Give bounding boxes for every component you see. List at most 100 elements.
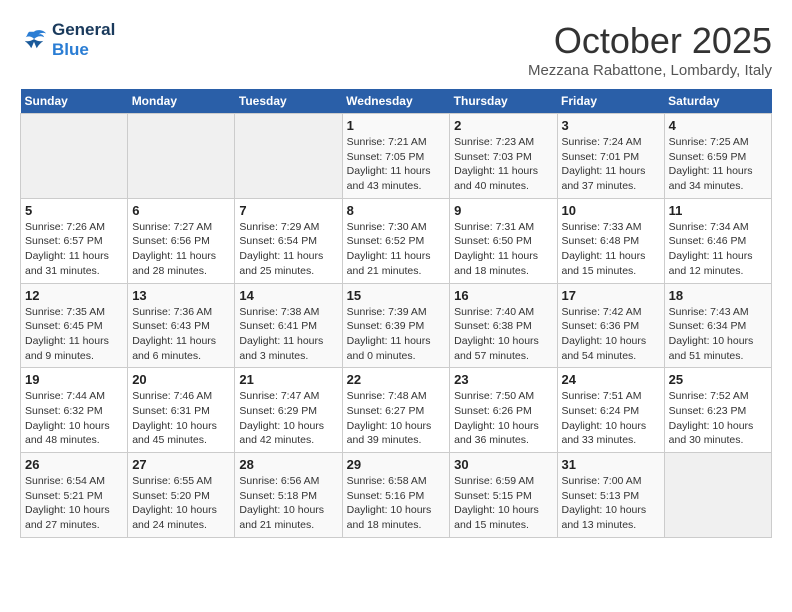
day-info: Sunrise: 7:25 AM Sunset: 6:59 PM Dayligh… xyxy=(669,135,767,194)
day-number: 26 xyxy=(25,457,123,472)
calendar-cell: 27 Sunrise: 6:55 AM Sunset: 5:20 PM Dayli… xyxy=(128,453,235,538)
day-number: 11 xyxy=(669,203,767,218)
calendar-cell: 23Sunrise: 7:50 AM Sunset: 6:26 PM Dayli… xyxy=(450,368,557,453)
day-number: 18 xyxy=(669,288,767,303)
day-info: Sunrise: 7:47 AM Sunset: 6:29 PM Dayligh… xyxy=(239,389,337,448)
day-info: Sunrise: 7:43 AM Sunset: 6:34 PM Dayligh… xyxy=(669,305,767,364)
day-info: Sunrise: 7:44 AM Sunset: 6:32 PM Dayligh… xyxy=(25,389,123,448)
day-number: 30 xyxy=(454,457,552,472)
calendar-cell: 21 Sunrise: 7:47 AM Sunset: 6:29 PM Dayli… xyxy=(235,368,342,453)
calendar-cell: 8Sunrise: 7:30 AM Sunset: 6:52 PM Daylig… xyxy=(342,198,450,283)
calendar-cell: 31Sunrise: 7:00 AM Sunset: 5:13 PM Dayli… xyxy=(557,453,664,538)
calendar-cell: 16Sunrise: 7:40 AM Sunset: 6:38 PM Dayli… xyxy=(450,283,557,368)
day-number: 9 xyxy=(454,203,552,218)
day-info: Sunrise: 7:24 AM Sunset: 7:01 PM Dayligh… xyxy=(562,135,660,194)
day-number: 14 xyxy=(239,288,337,303)
calendar-cell: 3 Sunrise: 7:24 AM Sunset: 7:01 PM Daylig… xyxy=(557,114,664,199)
day-number: 25 xyxy=(669,372,767,387)
day-number: 3 xyxy=(562,118,660,133)
day-info: Sunrise: 7:46 AM Sunset: 6:31 PM Dayligh… xyxy=(132,389,230,448)
calendar-cell: 24Sunrise: 7:51 AM Sunset: 6:24 PM Dayli… xyxy=(557,368,664,453)
day-number: 27 xyxy=(132,457,230,472)
day-number: 6 xyxy=(132,203,230,218)
calendar-cell xyxy=(21,114,128,199)
day-info: Sunrise: 7:38 AM Sunset: 6:41 PM Dayligh… xyxy=(239,305,337,364)
calendar-cell: 12 Sunrise: 7:35 AM Sunset: 6:45 PM Dayli… xyxy=(21,283,128,368)
calendar-cell xyxy=(235,114,342,199)
day-info: Sunrise: 7:33 AM Sunset: 6:48 PM Dayligh… xyxy=(562,220,660,279)
day-number: 22 xyxy=(347,372,446,387)
day-info: Sunrise: 6:54 AM Sunset: 5:21 PM Dayligh… xyxy=(25,474,123,533)
calendar-cell: 4 Sunrise: 7:25 AM Sunset: 6:59 PM Daylig… xyxy=(664,114,771,199)
day-header-sunday: Sunday xyxy=(21,89,128,114)
day-header-friday: Friday xyxy=(557,89,664,114)
day-info: Sunrise: 7:00 AM Sunset: 5:13 PM Dayligh… xyxy=(562,474,660,533)
week-row-1: 1 Sunrise: 7:21 AM Sunset: 7:05 PM Daylig… xyxy=(21,114,772,199)
calendar-cell: 26 Sunrise: 6:54 AM Sunset: 5:21 PM Dayli… xyxy=(21,453,128,538)
week-row-5: 26 Sunrise: 6:54 AM Sunset: 5:21 PM Dayli… xyxy=(21,453,772,538)
day-number: 21 xyxy=(239,372,337,387)
calendar-cell: 20 Sunrise: 7:46 AM Sunset: 6:31 PM Dayli… xyxy=(128,368,235,453)
calendar-cell: 6 Sunrise: 7:27 AM Sunset: 6:56 PM Daylig… xyxy=(128,198,235,283)
week-row-4: 19 Sunrise: 7:44 AM Sunset: 6:32 PM Dayli… xyxy=(21,368,772,453)
day-info: Sunrise: 7:42 AM Sunset: 6:36 PM Dayligh… xyxy=(562,305,660,364)
day-number: 17 xyxy=(562,288,660,303)
day-info: Sunrise: 7:52 AM Sunset: 6:23 PM Dayligh… xyxy=(669,389,767,448)
logo-icon xyxy=(20,28,48,52)
day-info: Sunrise: 7:51 AM Sunset: 6:24 PM Dayligh… xyxy=(562,389,660,448)
calendar-cell: 14 Sunrise: 7:38 AM Sunset: 6:41 PM Dayli… xyxy=(235,283,342,368)
day-header-monday: Monday xyxy=(128,89,235,114)
calendar-cell: 29Sunrise: 6:58 AM Sunset: 5:16 PM Dayli… xyxy=(342,453,450,538)
day-info: Sunrise: 6:58 AM Sunset: 5:16 PM Dayligh… xyxy=(347,474,446,533)
day-info: Sunrise: 7:39 AM Sunset: 6:39 PM Dayligh… xyxy=(347,305,446,364)
day-number: 19 xyxy=(25,372,123,387)
day-number: 4 xyxy=(669,118,767,133)
header: General Blue October 2025 Mezzana Rabatt… xyxy=(20,20,772,79)
calendar-cell: 30Sunrise: 6:59 AM Sunset: 5:15 PM Dayli… xyxy=(450,453,557,538)
day-info: Sunrise: 7:21 AM Sunset: 7:05 PM Dayligh… xyxy=(347,135,446,194)
day-info: Sunrise: 6:56 AM Sunset: 5:18 PM Dayligh… xyxy=(239,474,337,533)
week-row-3: 12 Sunrise: 7:35 AM Sunset: 6:45 PM Dayli… xyxy=(21,283,772,368)
day-header-wednesday: Wednesday xyxy=(342,89,450,114)
calendar-cell: 17 Sunrise: 7:42 AM Sunset: 6:36 PM Dayli… xyxy=(557,283,664,368)
calendar-table: SundayMondayTuesdayWednesdayThursdayFrid… xyxy=(20,89,772,538)
day-info: Sunrise: 7:29 AM Sunset: 6:54 PM Dayligh… xyxy=(239,220,337,279)
calendar-cell: 18 Sunrise: 7:43 AM Sunset: 6:34 PM Dayli… xyxy=(664,283,771,368)
day-header-saturday: Saturday xyxy=(664,89,771,114)
month-title: October 2025 xyxy=(528,20,772,62)
day-info: Sunrise: 7:34 AM Sunset: 6:46 PM Dayligh… xyxy=(669,220,767,279)
calendar-cell: 10 Sunrise: 7:33 AM Sunset: 6:48 PM Dayli… xyxy=(557,198,664,283)
week-row-2: 5Sunrise: 7:26 AM Sunset: 6:57 PM Daylig… xyxy=(21,198,772,283)
day-info: Sunrise: 7:30 AM Sunset: 6:52 PM Dayligh… xyxy=(347,220,446,279)
calendar-cell: 22 Sunrise: 7:48 AM Sunset: 6:27 PM Dayli… xyxy=(342,368,450,453)
day-info: Sunrise: 6:55 AM Sunset: 5:20 PM Dayligh… xyxy=(132,474,230,533)
calendar-cell: 2 Sunrise: 7:23 AM Sunset: 7:03 PM Daylig… xyxy=(450,114,557,199)
calendar-cell: 11 Sunrise: 7:34 AM Sunset: 6:46 PM Dayli… xyxy=(664,198,771,283)
calendar-cell: 19 Sunrise: 7:44 AM Sunset: 6:32 PM Dayli… xyxy=(21,368,128,453)
day-number: 10 xyxy=(562,203,660,218)
day-header-thursday: Thursday xyxy=(450,89,557,114)
day-info: Sunrise: 7:48 AM Sunset: 6:27 PM Dayligh… xyxy=(347,389,446,448)
location-subtitle: Mezzana Rabattone, Lombardy, Italy xyxy=(528,62,772,79)
day-info: Sunrise: 7:23 AM Sunset: 7:03 PM Dayligh… xyxy=(454,135,552,194)
calendar-header-row: SundayMondayTuesdayWednesdayThursdayFrid… xyxy=(21,89,772,114)
calendar-cell: 15 Sunrise: 7:39 AM Sunset: 6:39 PM Dayli… xyxy=(342,283,450,368)
day-number: 15 xyxy=(347,288,446,303)
title-section: October 2025 Mezzana Rabattone, Lombardy… xyxy=(528,20,772,79)
day-number: 1 xyxy=(347,118,446,133)
calendar-cell xyxy=(664,453,771,538)
day-info: Sunrise: 7:36 AM Sunset: 6:43 PM Dayligh… xyxy=(132,305,230,364)
calendar-cell: 5Sunrise: 7:26 AM Sunset: 6:57 PM Daylig… xyxy=(21,198,128,283)
day-info: Sunrise: 7:40 AM Sunset: 6:38 PM Dayligh… xyxy=(454,305,552,364)
calendar-cell: 13 Sunrise: 7:36 AM Sunset: 6:43 PM Dayli… xyxy=(128,283,235,368)
day-info: Sunrise: 7:27 AM Sunset: 6:56 PM Dayligh… xyxy=(132,220,230,279)
day-header-tuesday: Tuesday xyxy=(235,89,342,114)
calendar-cell: 9Sunrise: 7:31 AM Sunset: 6:50 PM Daylig… xyxy=(450,198,557,283)
day-number: 20 xyxy=(132,372,230,387)
day-number: 2 xyxy=(454,118,552,133)
day-info: Sunrise: 7:35 AM Sunset: 6:45 PM Dayligh… xyxy=(25,305,123,364)
day-number: 12 xyxy=(25,288,123,303)
calendar-cell: 28 Sunrise: 6:56 AM Sunset: 5:18 PM Dayli… xyxy=(235,453,342,538)
day-number: 28 xyxy=(239,457,337,472)
day-number: 13 xyxy=(132,288,230,303)
